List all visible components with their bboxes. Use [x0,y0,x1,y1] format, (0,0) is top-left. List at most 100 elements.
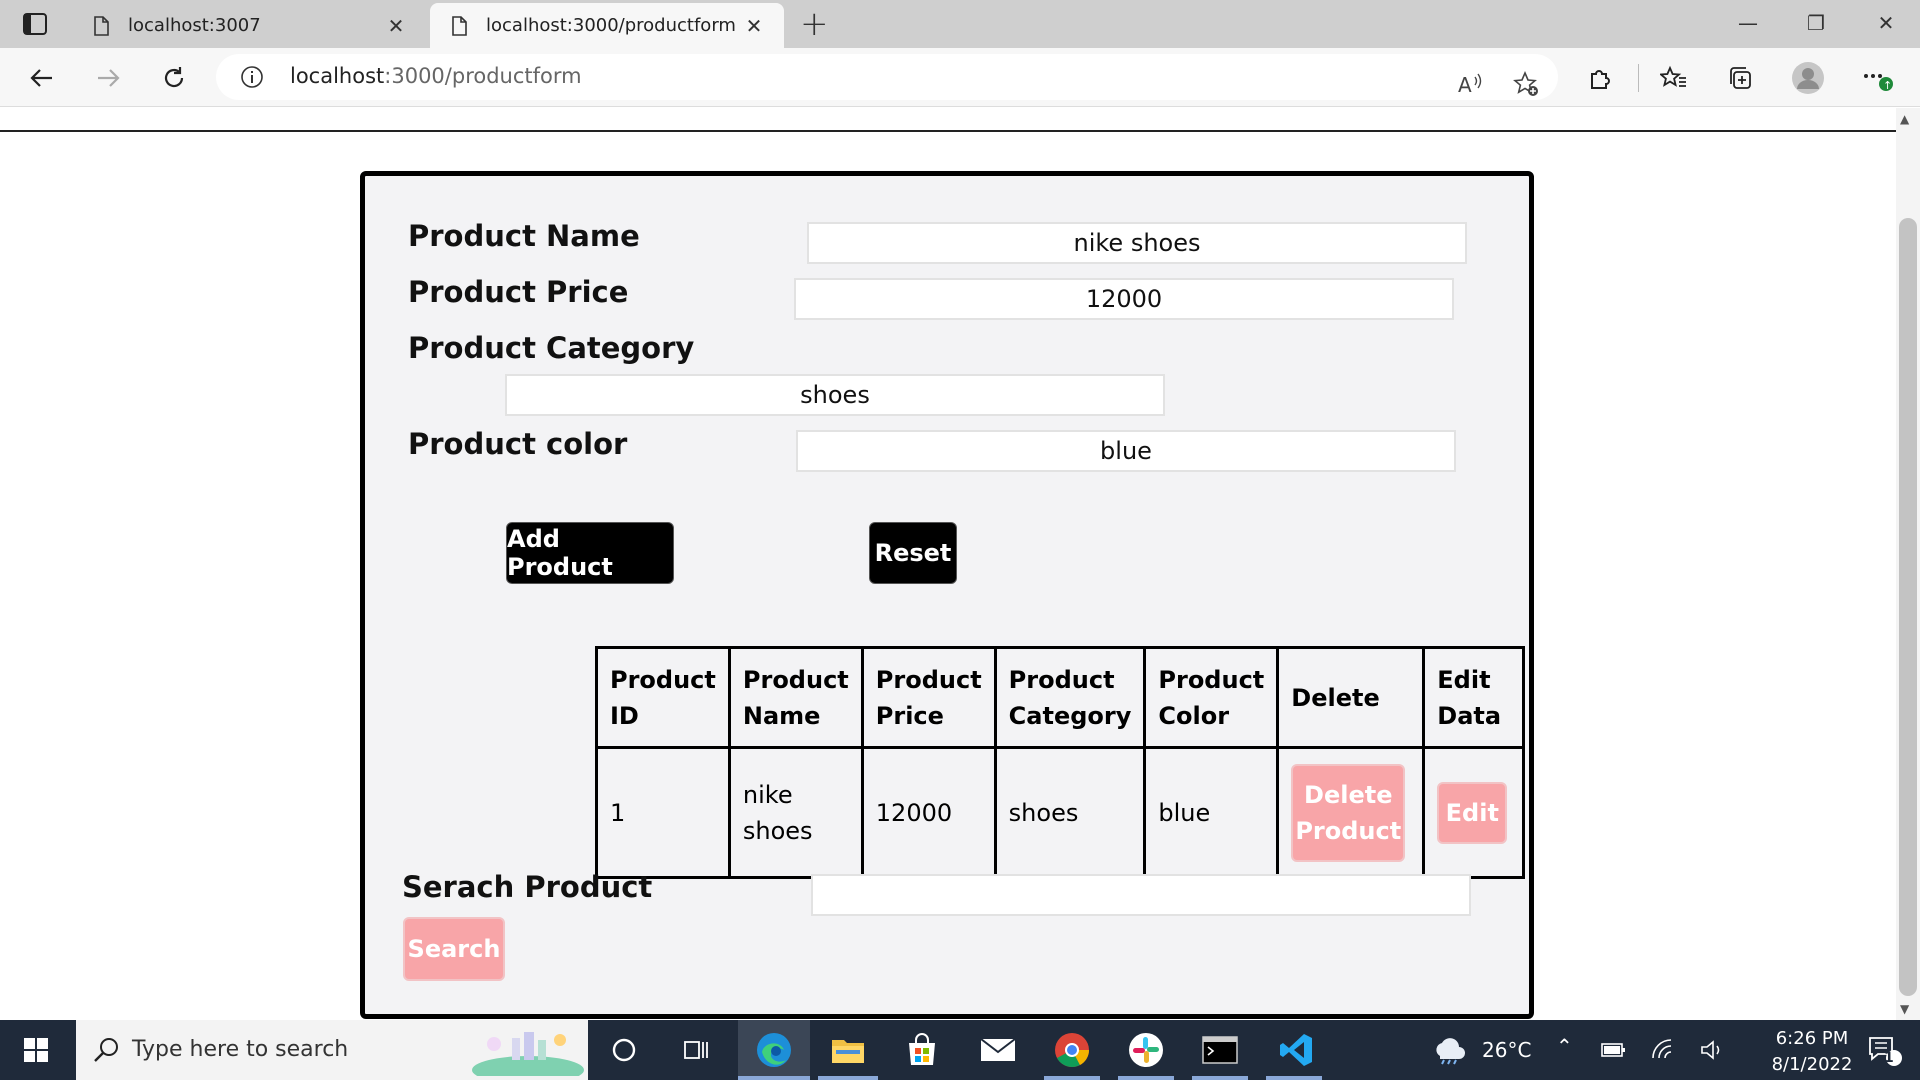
product-table: Product ID Product Name Product Price Pr… [595,646,1526,879]
edge-running-indicator [738,1076,810,1080]
wifi-icon[interactable] [1642,1028,1686,1072]
cell-edit: Edit [1422,746,1526,879]
terminal-icon[interactable] [1196,1028,1244,1072]
slack-icon[interactable] [1122,1028,1170,1072]
clock-time: 6:26 PM [1775,1028,1849,1049]
tab-label: localhost:3007 [128,15,261,36]
back-icon[interactable] [24,60,60,96]
cell-product-name: nike shoes [727,746,864,879]
new-tab-button[interactable]: + [800,6,829,42]
header-delete: Delete [1276,646,1426,749]
cell-product-color: blue [1143,746,1280,879]
chrome-icon[interactable] [1048,1028,1096,1072]
store-icon[interactable] [898,1028,946,1072]
terminal-running-indicator [1192,1076,1248,1080]
profile-icon[interactable] [1790,60,1826,96]
url-text[interactable]: localhost:3000/productform [290,64,582,88]
close-window-button[interactable]: ✕ [1866,8,1906,38]
tab-actions-icon[interactable] [18,10,52,38]
refresh-icon[interactable] [156,60,192,96]
taskbar-clock[interactable]: 6:26 PM 8/1/2022 [1752,1026,1872,1078]
minimize-button[interactable]: — [1728,8,1768,38]
clock-date: 8/1/2022 [1771,1054,1853,1075]
chevron-up-icon[interactable]: ⌃ [1556,1034,1573,1058]
notification-count: 1 [1884,1050,1894,1066]
vscode-icon[interactable] [1272,1028,1320,1072]
task-view-icon[interactable] [672,1028,720,1072]
product-color-label: Product color [408,427,628,461]
tab-label: localhost:3000/productform [486,15,736,36]
product-category-input[interactable]: shoes [505,374,1165,416]
more-icon[interactable]: ↑ [1858,60,1894,96]
product-color-input[interactable]: blue [796,430,1456,472]
edge-icon[interactable] [750,1028,798,1072]
slack-running-indicator [1118,1076,1174,1080]
extensions-icon[interactable] [1582,60,1618,96]
start-button[interactable] [0,1020,72,1080]
header-product-id: Product ID [595,646,731,749]
taskbar-search-placeholder: Type here to search [132,1037,349,1062]
table-row: 1 nike shoes 12000 shoes blue Delete Pro… [595,746,1526,879]
product-name-label: Product Name [408,219,640,253]
address-bar[interactable]: localhost:3000/productform A [216,54,1558,100]
page-icon [94,15,109,36]
cell-delete: Delete Product [1276,746,1426,879]
scrollbar-thumb[interactable] [1899,218,1917,996]
favorites-icon[interactable] [1656,60,1692,96]
header-edit-data: Edit Data [1422,646,1526,749]
header-product-name: Product Name [727,646,864,749]
weather-icon[interactable] [1428,1028,1468,1072]
product-form-panel: Product Name nike shoes Product Price 12… [360,171,1534,1019]
header-product-category: Product Category [993,646,1147,749]
cortana-icon[interactable] [600,1028,648,1072]
cell-product-id: 1 [595,746,731,879]
reset-button[interactable]: Reset [869,522,957,584]
taskbar-search-box[interactable]: Type here to search [76,1020,588,1080]
edit-button[interactable]: Edit [1437,781,1508,844]
mail-icon[interactable] [974,1028,1022,1072]
maximize-button[interactable]: ❐ [1796,8,1836,38]
product-name-input[interactable]: nike shoes [807,222,1467,264]
product-price-label: Product Price [408,275,629,309]
collections-icon[interactable] [1722,60,1758,96]
cell-product-price: 12000 [860,746,997,879]
add-product-button[interactable]: Add Product [506,522,674,584]
forward-icon[interactable] [90,60,126,96]
product-category-label: Product Category [408,331,695,365]
tab-close-icon[interactable]: ✕ [384,14,408,38]
weather-temperature[interactable]: 26°C [1482,1038,1531,1062]
svg-text:A: A [1458,73,1472,97]
search-highlight-icon [472,1032,584,1076]
scroll-down-icon[interactable]: ▼ [1900,1002,1909,1016]
info-icon[interactable] [240,65,264,89]
delete-product-button[interactable]: Delete Product [1291,763,1406,862]
tab-localhost-3007[interactable]: localhost:3007 ✕ [72,3,426,48]
header-product-color: Product Color [1143,646,1280,749]
vscode-running-indicator [1266,1076,1322,1080]
search-icon [94,1038,118,1062]
notification-icon[interactable]: 1 [1856,1028,1912,1072]
search-product-label: Serach Product [402,870,653,904]
table-header-row: Product ID Product Name Product Price Pr… [595,646,1526,749]
taskbar: Type here to search 26°C ⌃ 6:26 PM 8/1/2… [0,1020,1920,1080]
add-favorite-icon[interactable] [1508,66,1544,102]
battery-icon[interactable] [1592,1028,1636,1072]
tab-close-icon[interactable]: ✕ [742,14,766,38]
navigation-bar: localhost:3000/productform A ↑ [0,48,1920,107]
svg-text:↑: ↑ [1883,79,1892,92]
search-product-input[interactable] [811,874,1471,916]
search-button[interactable]: Search [403,917,505,981]
file-explorer-running-indicator [818,1076,878,1080]
url-host: localhost [290,64,385,88]
tab-productform[interactable]: localhost:3000/productform ✕ [430,3,784,48]
read-aloud-icon[interactable]: A [1452,66,1488,102]
file-explorer-icon[interactable] [824,1028,872,1072]
chrome-running-indicator [1044,1076,1100,1080]
tab-bar: localhost:3007 ✕ localhost:3000/productf… [0,0,1920,48]
page-viewport: Product Name nike shoes Product Price 12… [0,108,1896,1020]
page-icon [452,15,467,36]
volume-icon[interactable] [1690,1028,1734,1072]
scroll-up-icon[interactable]: ▲ [1900,112,1909,126]
toolbar-divider [1638,64,1639,92]
product-price-input[interactable]: 12000 [794,278,1454,320]
